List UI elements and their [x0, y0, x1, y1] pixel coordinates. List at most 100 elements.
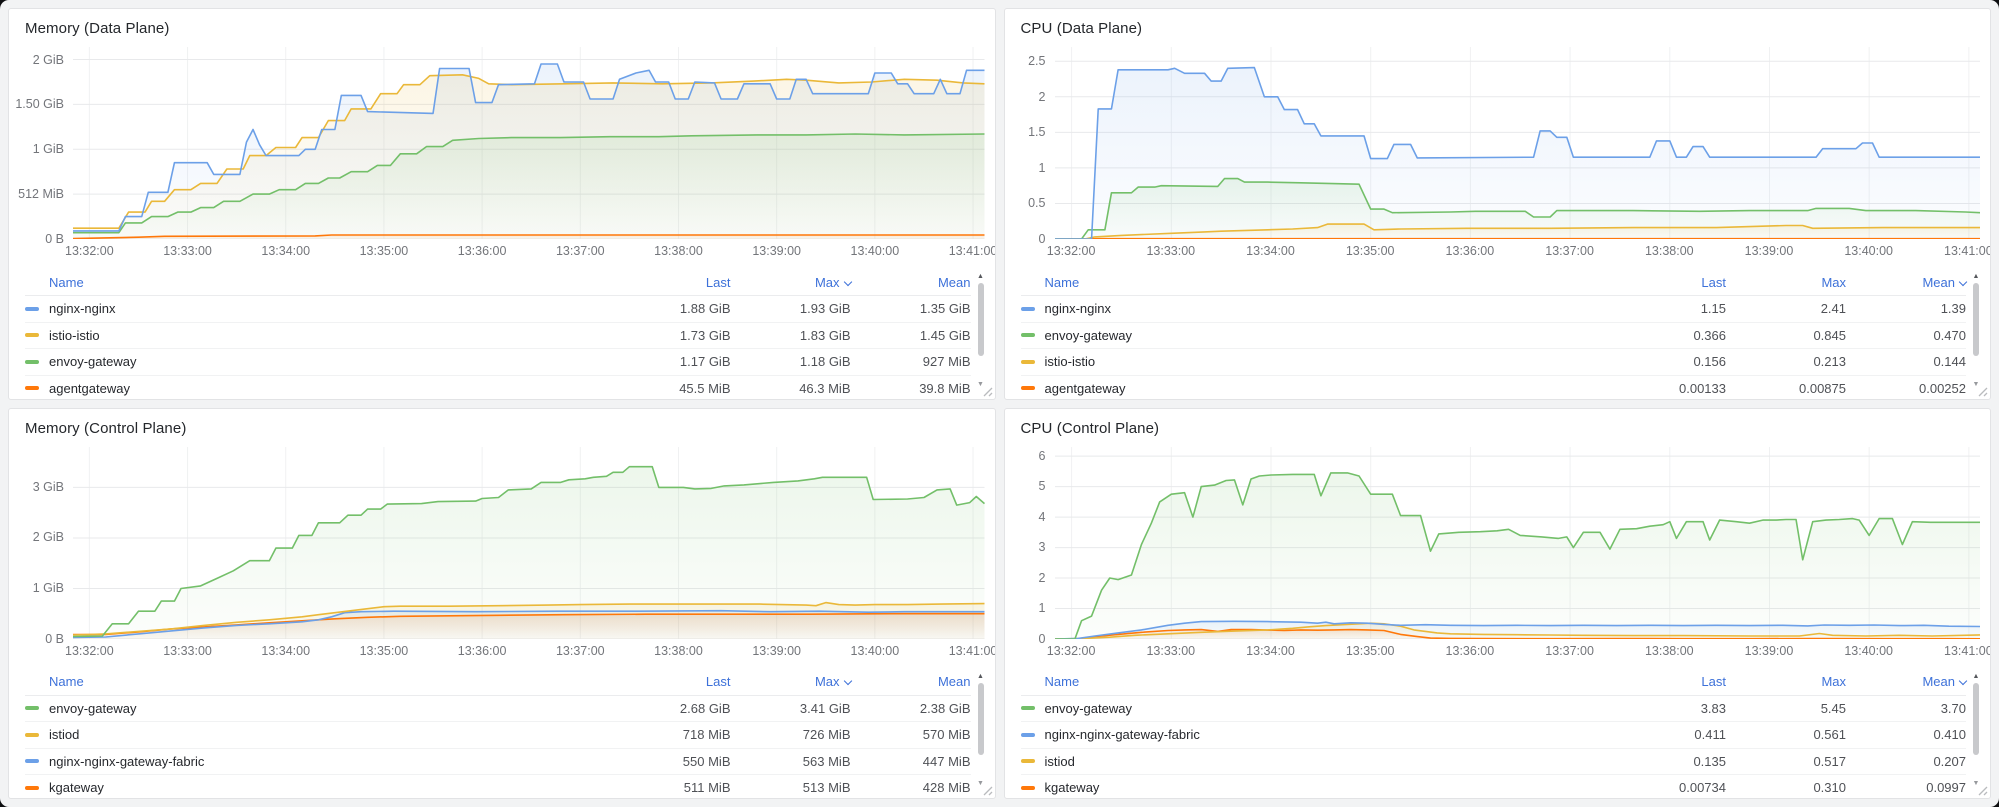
series-color-swatch[interactable] [25, 786, 39, 790]
legend-col-last[interactable]: Last [1606, 674, 1726, 689]
panel-title[interactable]: Memory (Control Plane) [25, 420, 979, 437]
panel-title[interactable]: CPU (Data Plane) [1021, 20, 1975, 37]
legend-row[interactable]: istiod 0.135 0.517 0.207 [1021, 749, 1967, 776]
series-name[interactable]: nginx-nginx-gateway-fabric [49, 754, 611, 769]
series-name[interactable]: istiod [49, 727, 611, 742]
series-color-swatch[interactable] [25, 706, 39, 710]
legend-col-name[interactable]: Name [25, 674, 611, 689]
resize-handle-icon[interactable] [981, 784, 993, 796]
legend-scrollbar[interactable]: ▲ ▼ [1966, 669, 1986, 795]
chart-canvas[interactable] [73, 47, 985, 239]
legend-row[interactable]: istiod 718 MiB 726 MiB 570 MiB [25, 722, 971, 749]
series-color-swatch[interactable] [1021, 733, 1035, 737]
series-name[interactable]: nginx-nginx-gateway-fabric [1045, 727, 1607, 742]
series-color-swatch[interactable] [25, 759, 39, 763]
x-axis-label: 13:41:00 [949, 644, 996, 658]
plot-area[interactable] [1055, 447, 1981, 639]
series-name[interactable]: envoy-gateway [49, 354, 611, 369]
panel-title[interactable]: Memory (Data Plane) [25, 20, 979, 37]
series-name[interactable]: nginx-nginx [49, 301, 611, 316]
plot-area[interactable] [1055, 47, 1981, 239]
resize-handle-icon[interactable] [1976, 385, 1988, 397]
legend-col-last[interactable]: Last [611, 275, 731, 290]
series-color-swatch[interactable] [1021, 706, 1035, 710]
legend-scrollbar[interactable]: ▲ ▼ [971, 669, 991, 795]
series-color-swatch[interactable] [25, 333, 39, 337]
series-color-swatch[interactable] [25, 307, 39, 311]
scrollbar-thumb[interactable] [978, 683, 984, 756]
series-color-swatch[interactable] [25, 386, 39, 390]
x-axis-label: 13:33:00 [1146, 644, 1195, 658]
legend-col-mean[interactable]: Mean [1846, 674, 1966, 689]
series-name[interactable]: kgateway [49, 780, 611, 795]
scroll-up-icon[interactable]: ▲ [1973, 272, 1980, 281]
series-name[interactable]: nginx-nginx [1045, 301, 1607, 316]
legend-row[interactable]: istio-istio 1.73 GiB 1.83 GiB 1.45 GiB [25, 323, 971, 350]
series-color-swatch[interactable] [1021, 759, 1035, 763]
plot-area[interactable] [73, 47, 985, 239]
scrollbar-thumb[interactable] [978, 283, 984, 356]
panel-header[interactable]: CPU (Data Plane) [1005, 9, 1991, 39]
legend-col-last[interactable]: Last [1606, 275, 1726, 290]
legend-col-max[interactable]: Max [731, 275, 851, 290]
legend-col-max[interactable]: Max [731, 674, 851, 689]
panel-header[interactable]: Memory (Control Plane) [9, 409, 995, 439]
scrollbar-thumb[interactable] [1973, 283, 1979, 356]
x-axis-label: 13:37:00 [1545, 244, 1594, 258]
scroll-up-icon[interactable]: ▲ [977, 272, 984, 281]
series-color-swatch[interactable] [1021, 786, 1035, 790]
legend-row[interactable]: envoy-gateway 0.366 0.845 0.470 [1021, 323, 1967, 350]
series-name[interactable]: envoy-gateway [1045, 701, 1607, 716]
legend-row[interactable]: envoy-gateway 2.68 GiB 3.41 GiB 2.38 GiB [25, 696, 971, 723]
series-color-swatch[interactable] [1021, 307, 1035, 311]
series-name[interactable]: istiod [1045, 754, 1607, 769]
legend-col-name[interactable]: Name [1021, 275, 1607, 290]
legend-col-max[interactable]: Max [1726, 275, 1846, 290]
series-name[interactable]: agentgateway [1045, 381, 1607, 396]
series-name[interactable]: envoy-gateway [49, 701, 611, 716]
resize-handle-icon[interactable] [1976, 784, 1988, 796]
panel-header[interactable]: Memory (Data Plane) [9, 9, 995, 39]
series-color-swatch[interactable] [25, 733, 39, 737]
chart-canvas[interactable] [1055, 447, 1981, 639]
legend-row[interactable]: nginx-nginx 1.15 2.41 1.39 [1021, 296, 1967, 323]
series-color-swatch[interactable] [1021, 360, 1035, 364]
scrollbar-thumb[interactable] [1973, 683, 1979, 756]
legend-col-name[interactable]: Name [25, 275, 611, 290]
plot-area[interactable] [73, 447, 985, 639]
legend-row[interactable]: nginx-nginx 1.88 GiB 1.93 GiB 1.35 GiB [25, 296, 971, 323]
legend-row[interactable]: istio-istio 0.156 0.213 0.144 [1021, 349, 1967, 376]
series-color-swatch[interactable] [1021, 386, 1035, 390]
series-color-swatch[interactable] [1021, 333, 1035, 337]
series-name[interactable]: agentgateway [49, 381, 611, 396]
resize-handle-icon[interactable] [981, 385, 993, 397]
series-name[interactable]: istio-istio [1045, 354, 1607, 369]
series-color-swatch[interactable] [25, 360, 39, 364]
series-name[interactable]: envoy-gateway [1045, 328, 1607, 343]
scroll-up-icon[interactable]: ▲ [1973, 672, 1980, 681]
legend-row[interactable]: nginx-nginx-gateway-fabric 550 MiB 563 M… [25, 749, 971, 776]
panel-header[interactable]: CPU (Control Plane) [1005, 409, 1991, 439]
series-name[interactable]: istio-istio [49, 328, 611, 343]
legend-col-last[interactable]: Last [611, 674, 731, 689]
legend-row[interactable]: kgateway 0.00734 0.310 0.0997 [1021, 775, 1967, 799]
chart-canvas[interactable] [1055, 47, 1981, 239]
legend-scrollbar[interactable]: ▲ ▼ [971, 269, 991, 395]
panel-title[interactable]: CPU (Control Plane) [1021, 420, 1975, 437]
x-axis: 13:32:0013:33:0013:34:0013:35:0013:36:00… [73, 242, 985, 266]
legend-row[interactable]: envoy-gateway 1.17 GiB 1.18 GiB 927 MiB [25, 349, 971, 376]
legend-col-mean[interactable]: Mean [851, 275, 971, 290]
legend-row[interactable]: agentgateway 0.00133 0.00875 0.00252 [1021, 376, 1967, 400]
legend-col-mean[interactable]: Mean [851, 674, 971, 689]
legend-col-name[interactable]: Name [1021, 674, 1607, 689]
scroll-up-icon[interactable]: ▲ [977, 672, 984, 681]
legend-row[interactable]: agentgateway 45.5 MiB 46.3 MiB 39.8 MiB [25, 376, 971, 400]
series-name[interactable]: kgateway [1045, 780, 1607, 795]
chart-canvas[interactable] [73, 447, 985, 639]
legend-col-mean[interactable]: Mean [1846, 275, 1966, 290]
legend-scrollbar[interactable]: ▲ ▼ [1966, 269, 1986, 395]
legend-row[interactable]: kgateway 511 MiB 513 MiB 428 MiB [25, 775, 971, 799]
legend-row[interactable]: nginx-nginx-gateway-fabric 0.411 0.561 0… [1021, 722, 1967, 749]
legend-row[interactable]: envoy-gateway 3.83 5.45 3.70 [1021, 696, 1967, 723]
legend-col-max[interactable]: Max [1726, 674, 1846, 689]
